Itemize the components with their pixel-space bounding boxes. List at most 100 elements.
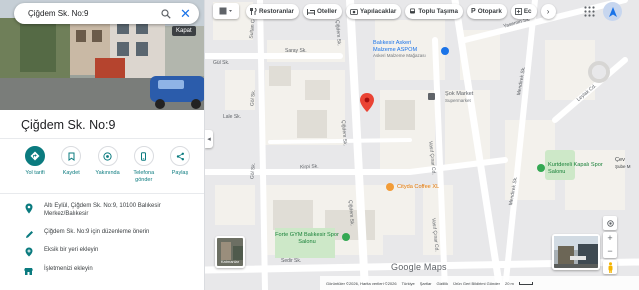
maps-app: ✕ Kapat Çiğdem Sk. No:9 Yol tarifi Kayde… — [0, 0, 639, 290]
chip-pharmacy[interactable]: Ec — [510, 4, 537, 19]
layers-button[interactable] — [213, 3, 239, 19]
action-bar: Yol tarifi Kaydet Yakınında Telefona gön… — [20, 146, 195, 184]
footer-region[interactable]: Türkiye — [402, 281, 415, 286]
directions-icon — [30, 151, 40, 161]
add-place-icon — [25, 247, 32, 257]
divider — [0, 193, 204, 194]
suggest-edit-row[interactable]: Çiğdem Sk. No:9 için düzenleme önerin — [0, 228, 204, 240]
chip-label: Oteller — [317, 8, 337, 15]
transit-icon — [410, 8, 416, 14]
storefront-icon — [24, 267, 33, 275]
footer-attribution: Görüntüler ©2026, Harita verileri ©2026 — [326, 280, 397, 286]
address-text: Altı Eylül, Çiğdem Sk. No:9, 10100 Balık… — [44, 203, 161, 217]
add-business-row[interactable]: İşletmenizi ekleyin — [0, 265, 204, 277]
chip-parking[interactable]: P Otopark — [467, 4, 507, 19]
suggest-edit-text: Çiğdem Sk. No:9 için düzenleme önerin — [44, 229, 150, 235]
zoom-control: + − — [603, 232, 617, 258]
chip-label: Restoranlar — [259, 8, 294, 15]
nearby-icon — [103, 151, 112, 161]
street-label: Gül Sk. — [213, 60, 230, 66]
search-input[interactable] — [28, 9, 146, 18]
map-footer: Görüntüler ©2026, Harita verileri ©2026 … — [320, 276, 639, 290]
zoom-in-button[interactable]: + — [607, 232, 612, 245]
address-row[interactable]: Altı Eylül, Çiğdem Sk. No:9, 10100 Balık… — [0, 202, 204, 218]
footer-feedback-link[interactable]: Ürün Geri Bildirimi Gönder — [453, 281, 500, 286]
chip-hotels[interactable]: Oteller — [303, 4, 342, 19]
pegman-button[interactable] — [603, 260, 617, 274]
add-missing-place-row[interactable]: Eksik bir yeri ekleyin — [0, 246, 204, 258]
restaurant-icon — [250, 8, 257, 15]
save-label: Kaydet — [62, 170, 80, 176]
chip-label: Toplu Taşıma — [418, 8, 459, 15]
my-location-button[interactable] — [603, 216, 617, 230]
avatar-icon — [608, 6, 617, 17]
zoom-out-button[interactable]: − — [607, 245, 612, 258]
street-label: Kirpi Sk. — [299, 163, 319, 171]
place-title: Çiğdem Sk. No:9 — [21, 118, 116, 132]
poi-name: Balıkesir Askeri Malzeme ASPOM — [373, 40, 418, 53]
location-pin-icon — [25, 203, 33, 213]
search-box[interactable]: ✕ — [14, 3, 199, 24]
phone-icon — [141, 151, 147, 161]
map-canvas[interactable]: ◂ Restoranlar Oteller Yapılacaklar Toplu… — [205, 0, 639, 290]
bookmark-icon — [68, 152, 75, 161]
google-maps-logo: Google Maps — [391, 262, 447, 272]
chevron-right-icon: › — [546, 7, 550, 16]
hotel-icon — [307, 8, 315, 15]
place-panel: ✕ Kapat Çiğdem Sk. No:9 Yol tarifi Kayde… — [0, 0, 205, 290]
close-icon[interactable]: ✕ — [178, 6, 193, 21]
poi-kurtdereli[interactable]: Kurtdereli Kapalı Spor Salonu — [548, 162, 604, 175]
chip-label: Otopark — [477, 8, 502, 15]
footer-terms-link[interactable]: Şartlar — [420, 281, 432, 286]
poi-sub: Askeri Malzeme Mağazası — [373, 53, 426, 58]
street-label: Saray Sk. — [285, 48, 307, 54]
scale-label[interactable]: 20 m — [505, 281, 514, 286]
collapse-panel-button[interactable]: ◂ — [205, 130, 213, 148]
layers-icon — [219, 7, 232, 15]
divider — [0, 138, 204, 139]
share-label: Paylaş — [171, 170, 189, 176]
nearby-button[interactable]: Yakınında — [93, 146, 123, 184]
poi-forte-gym[interactable]: Forte GYM Balıkesir Spor Salonu — [275, 232, 339, 245]
chip-restaurants[interactable]: Restoranlar — [246, 4, 299, 19]
add-business-text: İşletmenizi ekleyin — [44, 266, 93, 272]
street-label: Lale Sk. — [223, 114, 242, 120]
close-tooltip: Kapat — [172, 26, 196, 36]
nearby-label: Yakınında — [95, 170, 120, 176]
parking-icon: P — [471, 8, 476, 15]
poi-name: Şok Market — [445, 91, 474, 97]
share-icon — [176, 152, 184, 160]
search-icon[interactable] — [158, 6, 173, 21]
layers-thumbnail[interactable]: Katmanlar — [215, 236, 245, 268]
chip-transit[interactable]: Toplu Taşıma — [405, 4, 464, 19]
poi-aspom[interactable]: Balıkesir Askeri Malzeme ASPOM Askeri Ma… — [373, 40, 435, 60]
account-avatar[interactable] — [603, 2, 622, 21]
street-label: Sedir Sk. — [281, 258, 302, 264]
poi-sub: Supermarket — [445, 97, 471, 103]
share-button[interactable]: Paylaş — [165, 146, 195, 184]
add-missing-place-text: Eksik bir yeri ekleyin — [44, 247, 99, 253]
pharmacy-icon — [514, 8, 522, 15]
save-button[interactable]: Kaydet — [56, 146, 86, 184]
poi-sok-market[interactable]: Şok Market Supermarket — [445, 91, 473, 104]
send-to-phone-label: Telefona gönder — [133, 170, 155, 183]
send-to-phone-button[interactable]: Telefona gönder — [129, 146, 159, 184]
camera-icon — [350, 9, 358, 15]
directions-button[interactable]: Yol tarifi — [20, 146, 50, 184]
directions-label: Yol tarifi — [25, 170, 45, 176]
scale-bar — [518, 281, 533, 285]
layers-thumbnail-label: Katmanlar — [220, 259, 240, 264]
pegman-icon — [608, 261, 612, 273]
poi-cev[interactable]: Çev Şube M — [615, 157, 631, 170]
crosshair-icon — [606, 219, 614, 227]
poi-cityda-coffee[interactable]: Cityda Coffee XL — [397, 184, 439, 191]
category-chips: Restoranlar Oteller Yapılacaklar Toplu T… — [246, 4, 556, 19]
chip-things-to-do[interactable]: Yapılacaklar — [345, 4, 402, 19]
chip-label: Ec — [523, 8, 532, 15]
poi-sub: Şube M — [615, 163, 631, 169]
chips-next-button[interactable]: › — [540, 4, 556, 19]
footer-privacy-link[interactable]: Gizlilik — [437, 281, 449, 286]
apps-grid-icon[interactable] — [584, 6, 595, 17]
pencil-icon — [25, 230, 33, 238]
street-view-preview[interactable] — [552, 234, 600, 270]
